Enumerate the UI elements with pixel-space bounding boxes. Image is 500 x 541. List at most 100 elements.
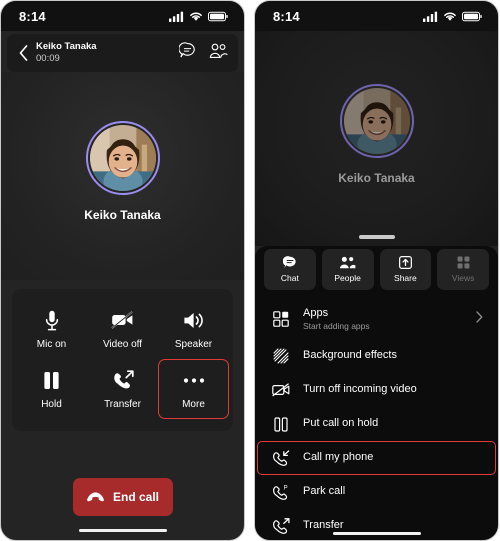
tab-chat[interactable]: Chat [264,249,316,290]
menu-item-text: Background effects [303,349,483,362]
menu-item-park-call[interactable]: P Park call [257,475,496,509]
more-options-sheet: Chat People Share Views Apps Start addin… [255,235,498,540]
status-icons [423,11,482,22]
battery-icon [208,11,228,21]
call-header-text: Keiko Tanaka 00:09 [33,40,179,65]
status-bar: 8:14 [255,1,498,31]
tab-share[interactable]: Share [379,249,432,290]
chevron-right-icon [476,310,483,328]
avatar [89,124,156,191]
menu-item-text: Turn off incoming video [303,383,483,396]
callee-name: Keiko Tanaka [338,171,415,185]
status-time: 8:14 [19,8,46,24]
contact-name: Keiko Tanaka [36,40,97,52]
menu-item-label: Turn off incoming video [303,383,417,396]
call-controls-card: Mic on Video off Speaker Hold Transfer M… [12,289,233,431]
menu-item-sublabel: Start adding apps [303,321,370,331]
share-upload-icon [398,256,412,269]
menu-item-put-call-on-hold[interactable]: Put call on hold [257,407,496,441]
pause-icon [271,416,291,432]
back-button[interactable] [13,41,33,65]
control-label: Mic on [36,339,67,350]
wifi-icon [444,12,456,21]
people-button[interactable] [209,43,228,64]
status-icons [169,11,228,22]
menu-item-background-effects[interactable]: Background effects [257,339,496,373]
control-label: Speaker [174,339,213,350]
call-header-actions [178,42,228,64]
chat-button[interactable] [178,42,196,64]
speaker-icon [183,309,205,331]
menu-item-apps[interactable]: Apps Start adding apps [257,299,496,339]
menu-item-label: Background effects [303,349,397,362]
end-call-area: End call [1,477,244,541]
end-call-label: End call [112,489,159,504]
control-hold[interactable]: Hold [16,359,87,419]
control-more[interactable]: More [158,359,229,419]
menu-item-label: Park call [303,485,346,498]
control-label: Hold [41,399,62,410]
control-mic[interactable]: Mic on [16,299,87,359]
video-off-icon [111,309,134,331]
call-duration: 00:09 [36,52,60,64]
control-label: Transfer [104,399,141,410]
wifi-icon [190,12,202,21]
control-speaker[interactable]: Speaker [158,299,229,359]
menu-item-text: Apps Start adding apps [303,307,464,331]
call-controls-row-1: Mic on Video off Speaker [16,299,229,359]
avatar-ring [85,120,160,195]
dimmed-call-stage: Keiko Tanaka [255,31,498,246]
background-effects-icon [271,348,291,364]
tab-label: People [334,273,361,283]
menu-item-text: Park call [303,485,483,498]
signal-icon [423,11,438,22]
right-phone-frame: 8:14 Keiko Tanaka Chat People Share View… [254,0,499,541]
tab-label: Chat [280,273,299,283]
call-stage: Keiko Tanaka [1,72,244,280]
home-indicator [78,528,167,532]
left-phone-frame: 8:14 Keiko Tanaka 00:09 Keiko Tanaka Mic… [0,0,245,541]
menu-item-turn-off-incoming-video[interactable]: Turn off incoming video [257,373,496,407]
video-off-icon [271,383,291,397]
menu-item-text: Call my phone [303,451,483,464]
svg-text:P: P [284,485,288,491]
people-icon [339,256,356,269]
call-controls-row-2: Hold Transfer More [16,359,229,419]
control-video[interactable]: Video off [87,299,158,359]
tab-label: Views [451,273,475,283]
avatar [343,88,410,154]
more-options-menu: Apps Start adding apps Background effect… [255,297,498,540]
home-indicator-wrap [255,531,498,535]
phone-hangup-icon [87,492,104,502]
end-call-button[interactable]: End call [72,477,173,516]
pause-icon [43,369,60,391]
menu-item-label: Call my phone [303,451,374,464]
avatar-photo [89,124,156,191]
tab-views[interactable]: Views [437,249,489,290]
microphone-icon [45,309,59,331]
phone-transfer-icon [112,369,134,391]
apps-icon [271,311,291,327]
phone-incoming-icon [271,449,291,467]
control-label: Video off [102,339,143,350]
status-time: 8:14 [273,8,300,24]
signal-icon [169,11,184,22]
status-bar: 8:14 [1,1,244,31]
grid-views-icon [457,256,470,269]
tab-people[interactable]: People [321,249,374,290]
callee-name: Keiko Tanaka [84,207,161,222]
menu-item-call-my-phone[interactable]: Call my phone [257,441,496,475]
battery-icon [462,11,482,21]
quick-action-tabs: Chat People Share Views [255,239,498,297]
menu-item-text: Put call on hold [303,417,483,430]
menu-item-label: Put call on hold [303,417,379,430]
tab-label: Share [394,273,417,283]
home-indicator [332,531,421,535]
phone-park-icon: P [271,484,291,501]
menu-item-transfer[interactable]: Transfer [257,509,496,540]
ellipsis-icon [183,369,205,391]
chat-bubble-icon [282,256,297,269]
screenshot-root: 8:14 Keiko Tanaka 00:09 Keiko Tanaka Mic… [0,0,500,541]
avatar-photo [343,88,410,154]
control-transfer[interactable]: Transfer [87,359,158,419]
